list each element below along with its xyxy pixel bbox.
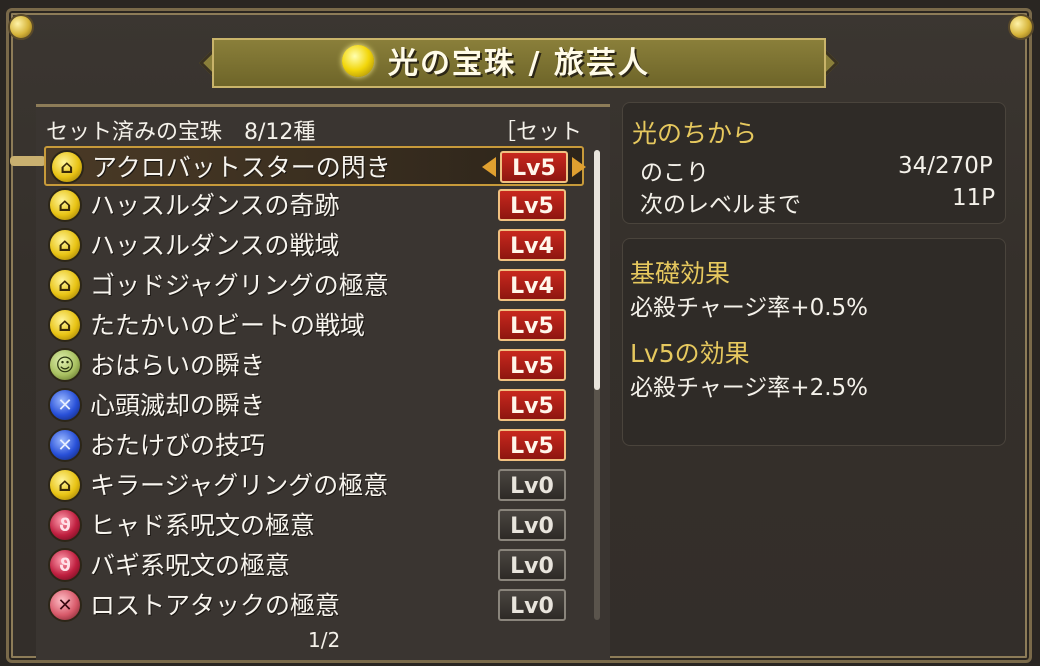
orb-name: おたけびの技巧 <box>90 431 266 460</box>
green-orb-icon: ☺ <box>48 348 82 382</box>
next-level-value: 11P <box>952 185 996 211</box>
orb-name: ハッスルダンスの戦域 <box>90 231 340 260</box>
orb-name: おはらいの瞬き <box>90 351 266 380</box>
level-badge: Lv5 <box>498 309 566 341</box>
orb-name: たたかいのビートの戦域 <box>90 311 366 340</box>
yellow-orb-icon: ⌂ <box>48 228 82 262</box>
orb-name: 心頭滅却の瞬き <box>90 391 266 420</box>
level-badge: Lv5 <box>498 189 566 221</box>
list-item[interactable]: ✕ 心頭滅却の瞬き Lv5 <box>44 386 584 426</box>
level-badge: Lv4 <box>498 269 566 301</box>
list-item[interactable]: ⌂ ゴッドジャグリングの極意 Lv4 <box>44 266 584 306</box>
level-badge: Lv5 <box>498 349 566 381</box>
level-effect-text: 必殺チャージ率+2.5% <box>630 375 869 401</box>
level-badge: Lv5 <box>500 151 568 183</box>
pink-orb-icon: ✕ <box>48 588 82 622</box>
red-orb-icon: ϑ <box>48 508 82 542</box>
light-power-title: 光のちから <box>632 119 758 148</box>
list-item[interactable]: ⌂ ハッスルダンスの奇跡 Lv5 <box>44 186 584 226</box>
cursor-pointer-icon <box>10 156 46 166</box>
list-item[interactable]: ☺ おはらいの瞬き Lv5 <box>44 346 584 386</box>
list-item[interactable]: ⌂ キラージャグリングの極意 Lv0 <box>44 466 584 506</box>
remaining-label: のこり <box>640 160 709 186</box>
level-decrease-arrow-icon[interactable] <box>482 157 496 177</box>
scrollbar-thumb[interactable] <box>594 150 600 390</box>
base-effect-text: 必殺チャージ率+0.5% <box>630 295 869 321</box>
list-item[interactable]: ⌂ アクロバットスターの閃き Lv5 <box>44 146 586 186</box>
yellow-orb-icon: ⌂ <box>48 188 82 222</box>
list-header: セット済みの宝珠 8/12種 <box>46 120 316 145</box>
level-badge: Lv5 <box>498 429 566 461</box>
list-item[interactable]: ✕ ロストアタックの極意 Lv0 <box>44 586 584 626</box>
level-badge: Lv0 <box>498 589 566 621</box>
yellow-orb-icon: ⌂ <box>48 268 82 302</box>
yellow-orb-icon: ⌂ <box>50 150 84 184</box>
level-badge: Lv0 <box>498 549 566 581</box>
level-badge: Lv4 <box>498 229 566 261</box>
blue-orb-icon: ✕ <box>48 388 82 422</box>
orb-name: ヒャド系呪文の極意 <box>90 511 316 540</box>
page-title: 光の宝珠 / 旅芸人 <box>388 46 650 81</box>
yellow-orb-icon: ⌂ <box>48 468 82 502</box>
list-item[interactable]: ✕ おたけびの技巧 Lv5 <box>44 426 584 466</box>
orb-name: バギ系呪文の極意 <box>90 551 291 580</box>
list-scrollbar[interactable] <box>594 150 600 620</box>
list-item[interactable]: ϑ バギ系呪文の極意 Lv0 <box>44 546 584 586</box>
remaining-value: 34/270P <box>898 153 993 179</box>
base-effect-title: 基礎効果 <box>630 259 731 288</box>
level-increase-arrow-icon[interactable] <box>572 157 586 177</box>
red-orb-icon: ϑ <box>48 548 82 582</box>
orb-name: ハッスルダンスの奇跡 <box>90 191 340 220</box>
orb-name: ゴッドジャグリングの極意 <box>90 271 389 300</box>
level-badge: Lv0 <box>498 509 566 541</box>
orb-name: ロストアタックの極意 <box>90 591 341 620</box>
corner-orb-top-left <box>8 14 34 40</box>
page-indicator: 1/2 <box>308 628 341 652</box>
list-item[interactable]: ⌂ たたかいのビートの戦域 Lv5 <box>44 306 584 346</box>
list-item[interactable]: ϑ ヒャド系呪文の極意 Lv0 <box>44 506 584 546</box>
level-effect-title: Lv5の効果 <box>630 339 750 368</box>
yellow-orb-icon: ⌂ <box>48 308 82 342</box>
list-item[interactable]: ⌂ ハッスルダンスの戦域 Lv4 <box>44 226 584 266</box>
blue-orb-icon: ✕ <box>48 428 82 462</box>
corner-orb-top-right <box>1008 14 1034 40</box>
orb-name: アクロバットスターの閃き <box>92 153 391 182</box>
orb-name: キラージャグリングの極意 <box>90 471 389 500</box>
next-level-label: 次のレベルまで <box>640 192 801 218</box>
level-badge: Lv5 <box>498 389 566 421</box>
level-badge: Lv0 <box>498 469 566 501</box>
light-orb-icon <box>342 45 374 77</box>
